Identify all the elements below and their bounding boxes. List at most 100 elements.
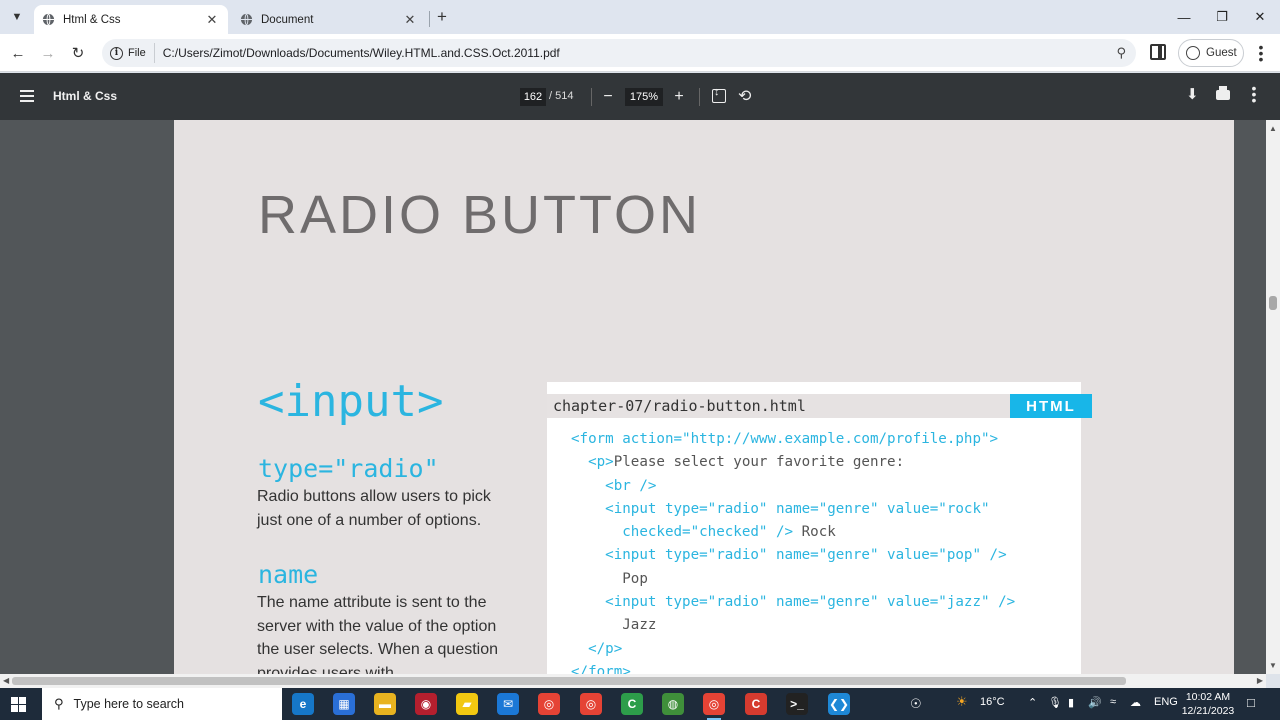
taskbar-chrome-2-icon[interactable]: ◎ <box>580 693 602 715</box>
download-icon[interactable]: ⬇ <box>1186 85 1199 103</box>
code-header: chapter-07/radio-button.html HTML <box>547 394 1092 418</box>
forward-button[interactable]: → <box>36 41 60 65</box>
taskbar-vscode-icon[interactable]: ❮❯ <box>828 693 850 715</box>
globe-icon <box>240 13 253 26</box>
microphone-icon[interactable]: 🎙 <box>1048 696 1062 709</box>
print-icon[interactable] <box>1216 86 1230 100</box>
taskbar-camtasia-red-icon[interactable]: C <box>745 693 767 715</box>
pdf-page: RADIO BUTTON <input> type="radio" Radio … <box>174 120 1234 674</box>
code-tag: </p> <box>571 640 623 657</box>
code-line: <input type="radio" name="genre" value="… <box>571 498 1015 521</box>
taskbar-chrome-1-icon[interactable]: ◎ <box>538 693 560 715</box>
code-line: <p>Please select your favorite genre: <box>571 451 1015 474</box>
new-tab-button[interactable]: + <box>432 7 452 27</box>
toolbar-divider <box>591 88 592 106</box>
tab-search-chevron-icon[interactable]: ▼ <box>6 6 28 28</box>
reload-button[interactable]: ↻ <box>66 41 90 65</box>
code-tag: <form action="http://www.example.com/pro… <box>571 431 999 447</box>
tab-document[interactable]: Document ✕ <box>232 5 426 34</box>
code-tag: <input type="radio" name="genre" value="… <box>571 500 990 517</box>
side-panel-icon[interactable] <box>1150 44 1166 60</box>
avatar-icon <box>1186 46 1200 60</box>
code-line: checked="checked" /> Rock <box>571 521 1015 544</box>
show-hidden-icons[interactable]: ⌃ <box>1028 696 1037 709</box>
page-number-input[interactable]: 162 <box>520 88 546 106</box>
weather-icon[interactable]: ☀ <box>956 694 968 710</box>
taskbar: ⚲ Type here to search e ▦ ▬ ◉ ▰ ✉ ◎ ◎ C ◍ ◎ C >_ ❮❯ ☉… <box>0 688 1280 720</box>
browser-menu-icon[interactable]: • • • <box>1256 40 1266 66</box>
onedrive-icon[interactable]: ☁ <box>1130 696 1141 709</box>
code-line: Jazz <box>571 614 1015 637</box>
scroll-right-icon[interactable]: ▶ <box>1257 676 1263 685</box>
taskbar-terminal-icon[interactable]: >_ <box>786 693 808 715</box>
code-tag: <input type="radio" name="genre" value="… <box>571 547 1007 564</box>
close-window-button[interactable]: ✕ <box>1240 0 1280 34</box>
globe-icon <box>42 13 55 26</box>
fit-to-page-icon[interactable] <box>712 86 726 103</box>
zoom-out-button[interactable]: − <box>598 87 618 107</box>
search-placeholder: Type here to search <box>73 697 185 711</box>
more-actions-icon[interactable]: • • • <box>1249 81 1259 107</box>
page-total: / 514 <box>549 90 574 102</box>
scroll-thumb[interactable] <box>1269 296 1277 310</box>
code-line: <form action="http://www.example.com/pro… <box>571 428 1015 451</box>
tab-html-css[interactable]: Html & Css ✕ <box>34 5 228 34</box>
code-line: </form> <box>571 661 1015 674</box>
code-line: <br /> <box>571 475 1015 498</box>
profile-button[interactable]: Guest <box>1178 39 1244 67</box>
volume-icon[interactable]: 🔊 <box>1088 696 1102 709</box>
close-tab-icon[interactable]: ✕ <box>402 12 418 28</box>
attribute-description: The name attribute is sent to the server… <box>257 594 499 674</box>
zoom-level-input[interactable]: 175% <box>625 88 663 106</box>
search-icon: ⚲ <box>54 696 64 711</box>
element-tag-title: <input> <box>258 376 444 427</box>
toolbar-divider <box>699 88 700 106</box>
taskbar-globe-app-icon[interactable]: ◍ <box>662 693 684 715</box>
windows-start-icon[interactable] <box>11 697 26 712</box>
people-icon[interactable]: ☉ <box>910 696 922 712</box>
menu-icon[interactable] <box>20 90 34 102</box>
taskbar-app-red-icon[interactable]: ◉ <box>415 693 437 715</box>
wifi-icon[interactable]: ≈ <box>1110 696 1116 708</box>
tab-separator <box>429 11 430 27</box>
rotate-icon[interactable]: ⟲ <box>738 86 751 106</box>
battery-icon[interactable]: ▮ <box>1068 696 1074 709</box>
zoom-magnifier-icon[interactable]: ⚲ <box>1116 45 1126 61</box>
taskbar-search[interactable]: ⚲ Type here to search <box>42 688 282 720</box>
site-info-chip[interactable]: i File <box>108 43 155 63</box>
taskbar-camtasia-green-icon[interactable]: C <box>621 693 643 715</box>
taskbar-edge-icon[interactable]: e <box>292 693 314 715</box>
taskbar-chrome-active-icon[interactable]: ◎ <box>703 693 725 720</box>
clock-time: 10:02 AM <box>1185 691 1231 703</box>
taskbar-store-icon[interactable]: ▦ <box>333 693 355 715</box>
close-tab-icon[interactable]: ✕ <box>204 12 220 28</box>
clock-date: 12/21/2023 <box>1181 705 1235 717</box>
clock[interactable]: 10:02 AM 12/21/2023 <box>1180 690 1236 718</box>
zoom-in-button[interactable]: + <box>669 87 689 107</box>
url-text[interactable]: C:/Users/Zimot/Downloads/Documents/Wiley… <box>163 46 560 60</box>
address-bar[interactable]: i File C:/Users/Zimot/Downloads/Document… <box>102 39 1136 67</box>
browser-toolbar: ← → ↻ i File C:/Users/Zimot/Downloads/Do… <box>0 34 1280 72</box>
scroll-thumb[interactable] <box>12 677 1126 685</box>
code-tag: checked="checked" /> <box>571 524 794 541</box>
taskbar-sticky-notes-icon[interactable]: ▰ <box>456 693 478 715</box>
language-indicator[interactable]: ENG <box>1154 696 1178 708</box>
code-text: Jazz <box>571 617 657 634</box>
info-icon: i <box>110 46 123 60</box>
taskbar-mail-icon[interactable]: ✉ <box>497 693 519 715</box>
vertical-scrollbar[interactable]: ▲ ▼ <box>1266 120 1280 674</box>
minimize-button[interactable]: — <box>1164 0 1204 34</box>
scroll-up-icon[interactable]: ▲ <box>1269 124 1277 133</box>
pdf-viewer[interactable]: RADIO BUTTON <input> type="radio" Radio … <box>0 120 1266 674</box>
attribute-name: type="radio" <box>258 454 439 483</box>
notifications-icon[interactable]: □ <box>1247 695 1255 710</box>
code-tag: <br /> <box>571 477 657 494</box>
scroll-left-icon[interactable]: ◀ <box>3 676 9 685</box>
scroll-down-icon[interactable]: ▼ <box>1269 661 1277 670</box>
taskbar-file-explorer-icon[interactable]: ▬ <box>374 693 396 715</box>
back-button[interactable]: ← <box>6 41 30 65</box>
weather-temp[interactable]: 16°C <box>980 696 1005 708</box>
horizontal-scrollbar[interactable]: ◀ ▶ <box>0 674 1266 688</box>
maximize-button[interactable]: ❐ <box>1202 0 1242 34</box>
tab-title: Document <box>261 13 314 26</box>
